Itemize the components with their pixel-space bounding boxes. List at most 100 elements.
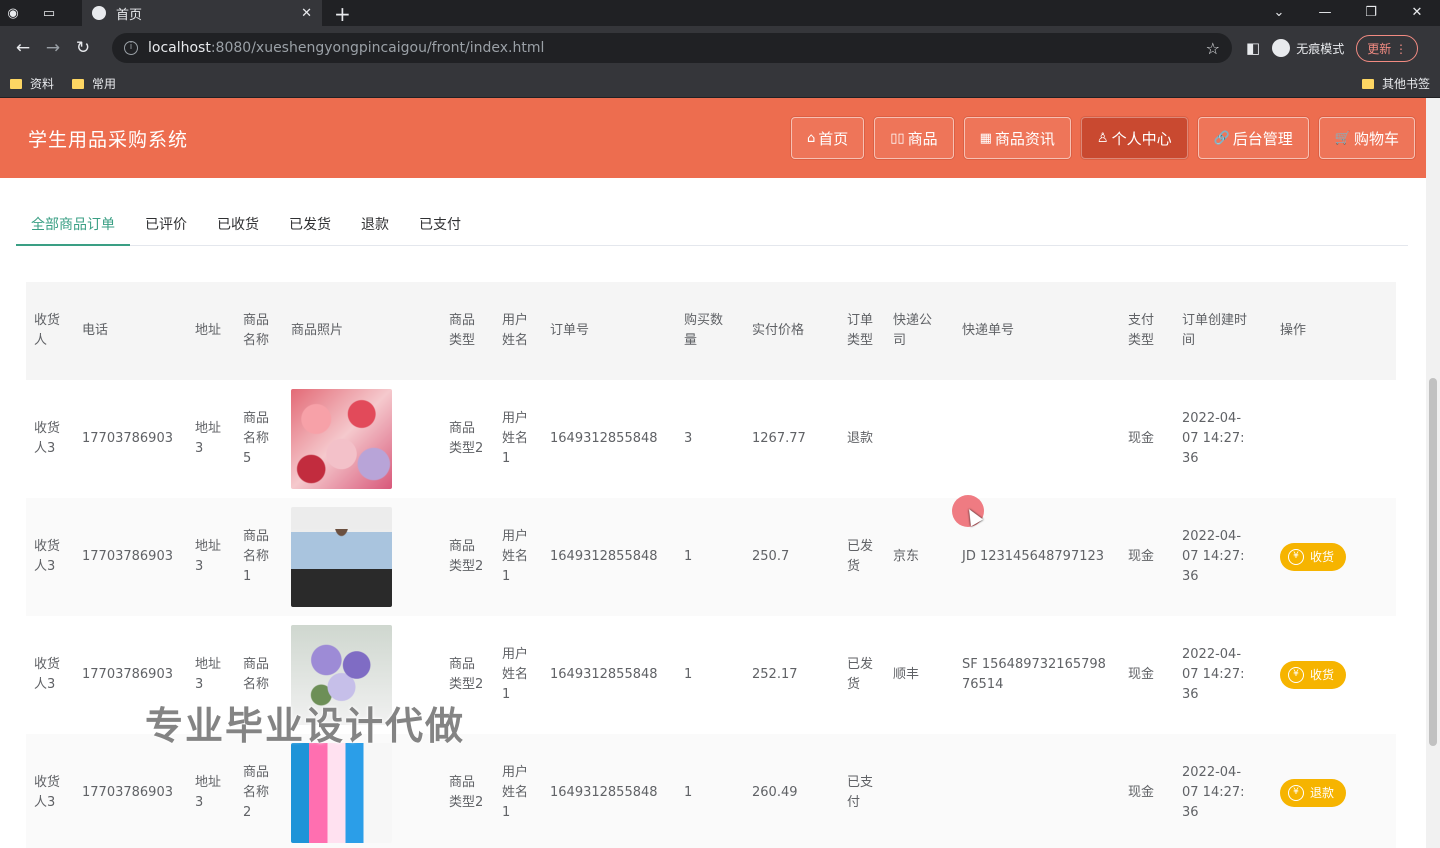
cell-action xyxy=(1272,380,1396,498)
other-bookmarks-label: 其他书签 xyxy=(1381,77,1430,91)
nav-news[interactable]: ▦ 商品资讯 xyxy=(963,117,1071,159)
tab-search-icon[interactable]: ▭ xyxy=(36,0,62,26)
folder-icon xyxy=(10,78,22,89)
cell-address: 地址3 xyxy=(187,498,235,616)
cell-product-type: 商品类型2 xyxy=(441,498,494,616)
refund-button[interactable]: ¥ 退款 xyxy=(1280,779,1347,807)
receive-button-label: 收货 xyxy=(1310,668,1335,682)
cell-created: 2022-04-07 14:27:36 xyxy=(1182,411,1245,466)
col-tracking-no: 快递单号 xyxy=(954,282,1120,380)
orders-table: 收货人 电话 地址 商品名称 商品照片 商品类型 用户姓名 订单号 购买数量 实… xyxy=(26,282,1396,848)
scrollbar-thumb[interactable] xyxy=(1429,378,1437,746)
yen-icon: ¥ xyxy=(1288,785,1304,801)
tab-refund[interactable]: 退款 xyxy=(346,204,404,245)
product-photo-supplies[interactable] xyxy=(291,743,392,843)
cell-action: ¥ 收货 xyxy=(1272,498,1396,616)
cell-tracking-no xyxy=(954,380,1120,498)
tab-reviewed[interactable]: 已评价 xyxy=(130,204,202,245)
bookmark-folder[interactable]: 资料 xyxy=(10,75,54,92)
tab-received[interactable]: 已收货 xyxy=(202,204,274,245)
nav-personal-center[interactable]: ♙ 个人中心 xyxy=(1080,117,1188,159)
nav-label: 购物车 xyxy=(1353,129,1399,148)
col-receiver: 收货人 xyxy=(26,282,74,380)
cell-created: 2022-04-07 14:27:36 xyxy=(1174,498,1272,616)
home-icon: ⌂ xyxy=(807,130,816,146)
vertical-scrollbar[interactable] xyxy=(1426,98,1440,848)
cell-tracking-no: SF 15648973216579876514 xyxy=(962,657,1106,692)
refund-button-label: 退款 xyxy=(1310,786,1335,800)
reload-button[interactable]: ↻ xyxy=(68,38,98,58)
browser-tab-title: 首页 xyxy=(116,7,143,23)
incognito-indicator[interactable]: 无痕模式 xyxy=(1272,39,1344,57)
cell-user-name: 用户姓名1 xyxy=(494,498,542,616)
table-row: 收货人3 17703786903 地址3 商品名称1 商品类型2 用户姓名1 1… xyxy=(26,498,1396,616)
restore-button[interactable]: ❐ xyxy=(1348,0,1394,26)
other-bookmarks[interactable]: 其他书签 xyxy=(1361,75,1430,92)
browser-tab[interactable]: 首页 ✕ xyxy=(82,0,322,26)
nav-admin[interactable]: 🔗 后台管理 xyxy=(1197,117,1309,159)
browser-menu-icon[interactable]: ◉ xyxy=(0,0,26,26)
cell-pay-type: 现金 xyxy=(1120,734,1174,848)
col-order-no: 订单号 xyxy=(542,282,676,380)
cell-action: ¥ 收货 xyxy=(1272,616,1396,734)
side-panel-icon[interactable]: ◧ xyxy=(1246,39,1260,57)
tab-all-orders[interactable]: 全部商品订单 xyxy=(16,204,130,246)
col-product-name: 商品名称 xyxy=(235,282,283,380)
cell-receiver: 收货人3 xyxy=(26,734,74,848)
col-user-name: 用户姓名 xyxy=(494,282,542,380)
col-address: 地址 xyxy=(187,282,235,380)
col-price: 实付价格 xyxy=(744,282,839,380)
web-page: 学生用品采购系统 ⌂ 首页 ▯▯ 商品 ▦ 商品资讯 ♙ 个人中心 🔗 后台管理 🛒 购物车… xyxy=(0,98,1440,848)
url-input[interactable]: i localhost :8080/xueshengyongpincaigou/… xyxy=(112,33,1232,63)
cell-product-name: 商品名称2 xyxy=(235,734,283,848)
cell-created: 2022-04-07 14:27:36 xyxy=(1182,647,1245,702)
cell-product-type: 商品类型2 xyxy=(441,734,494,848)
cell-courier xyxy=(885,380,954,498)
link-icon: 🔗 xyxy=(1213,130,1230,146)
bookmark-label: 资料 xyxy=(30,77,55,91)
new-tab-button[interactable]: + xyxy=(334,2,351,26)
browser-tab-strip: ◉ ▭ 首页 ✕ + ⌄ — ❐ ✕ xyxy=(0,0,1440,26)
url-path: :8080/xueshengyongpincaigou/front/index.… xyxy=(210,40,545,56)
update-button[interactable]: 更新 ⋮ xyxy=(1356,34,1419,62)
update-label: 更新 xyxy=(1367,41,1392,56)
close-window-button[interactable]: ✕ xyxy=(1394,0,1440,26)
cell-price: 260.49 xyxy=(744,734,839,848)
cell-user-name: 用户姓名1 xyxy=(494,734,542,848)
bookmark-folder[interactable]: 常用 xyxy=(72,75,116,92)
user-icon: ♙ xyxy=(1096,130,1109,146)
nav-products[interactable]: ▯▯ 商品 xyxy=(874,117,954,159)
cell-courier xyxy=(885,734,954,848)
cell-order-no: 1649312855848 xyxy=(542,498,676,616)
tab-paid[interactable]: 已支付 xyxy=(404,204,476,245)
receive-button[interactable]: ¥ 收货 xyxy=(1280,661,1347,689)
product-photo-shirt[interactable] xyxy=(291,507,392,607)
nav-cart[interactable]: 🛒 购物车 xyxy=(1318,117,1415,159)
minimize-button[interactable]: — xyxy=(1302,0,1348,26)
bookmarks-bar: 资料 常用 其他书签 xyxy=(0,70,1440,98)
site-header: 学生用品采购系统 ⌂ 首页 ▯▯ 商品 ▦ 商品资讯 ♙ 个人中心 🔗 后台管理 🛒 购物车 xyxy=(0,98,1440,178)
cart-icon: 🛒 xyxy=(1334,130,1351,146)
folder-icon xyxy=(1361,78,1374,89)
col-phone: 电话 xyxy=(74,282,187,380)
nav-home[interactable]: ⌂ 首页 xyxy=(791,117,865,159)
cell-product-type: 商品类型2 xyxy=(449,421,484,456)
cell-order-type: 退款 xyxy=(847,431,874,446)
col-quantity: 购买数量 xyxy=(676,282,744,380)
close-tab-icon[interactable]: ✕ xyxy=(301,6,312,21)
product-photo-roses[interactable] xyxy=(291,389,392,489)
site-info-icon[interactable]: i xyxy=(124,41,138,55)
orders-table-wrapper: 收货人 电话 地址 商品名称 商品照片 商品类型 用户姓名 订单号 购买数量 实… xyxy=(26,282,1396,848)
chevron-down-icon[interactable]: ⌄ xyxy=(1256,0,1302,26)
cell-quantity: 1 xyxy=(684,667,693,682)
forward-button[interactable]: → xyxy=(38,38,68,58)
col-pay-type: 支付类型 xyxy=(1120,282,1174,380)
folder-icon xyxy=(72,78,85,89)
order-tabs: 全部商品订单 已评价 已收货 已发货 退款 已支付 xyxy=(16,204,1408,246)
receive-button[interactable]: ¥ 收货 xyxy=(1280,543,1347,571)
back-button[interactable]: ← xyxy=(8,38,38,58)
bookmark-star-icon[interactable]: ☆ xyxy=(1206,39,1220,58)
table-row: 收货人3 17703786903 地址3 商品名称5 商品类型2 用户姓名1 1… xyxy=(26,380,1396,498)
tab-shipped[interactable]: 已发货 xyxy=(274,204,346,245)
col-product-type: 商品类型 xyxy=(441,282,494,380)
